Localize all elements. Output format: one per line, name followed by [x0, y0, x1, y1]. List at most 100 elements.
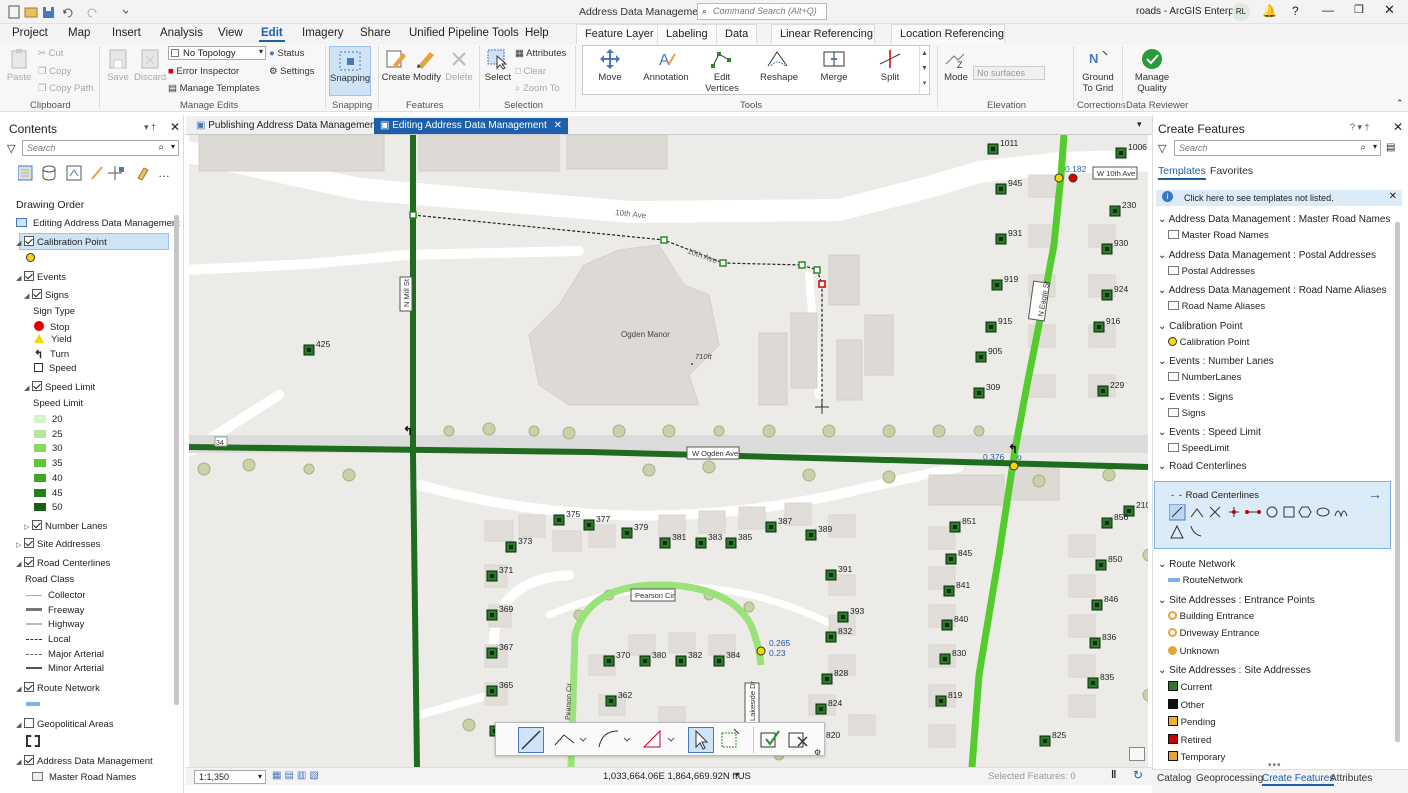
template-group-header[interactable]: ⌄ Address Data Management : Postal Addre… — [1158, 250, 1376, 261]
tab-data[interactable]: Data — [716, 24, 758, 44]
collapse-icon[interactable]: ◢ — [16, 274, 24, 282]
toolbar-gear-icon[interactable]: ⚙ — [814, 748, 821, 757]
template-group-header[interactable]: ⌄ Address Data Management : Road Name Al… — [1158, 285, 1387, 296]
template-item[interactable]: Retired — [1168, 733, 1211, 746]
menu-help[interactable]: Help — [525, 27, 549, 39]
template-item[interactable]: RouteNetwork — [1168, 575, 1243, 586]
visibility-checkbox[interactable] — [24, 557, 34, 567]
split-tool-button[interactable]: Split — [872, 48, 908, 83]
address-point[interactable]: 230 — [1109, 200, 1136, 217]
menu-unified-pipeline[interactable]: Unified Pipeline Tools — [409, 27, 519, 39]
collapse-icon[interactable]: ⌄ — [1158, 559, 1166, 570]
manage-templates-button[interactable]: ▤ Manage Templates — [168, 83, 260, 94]
finish-sketch-button[interactable] — [758, 727, 784, 753]
address-point[interactable]: 851 — [949, 516, 976, 533]
delete-button[interactable]: Delete — [444, 48, 474, 83]
template-group-header[interactable]: ⌄ Address Data Management : Master Road … — [1158, 214, 1390, 225]
address-point[interactable]: 919 — [991, 274, 1018, 291]
collapse-icon[interactable]: ⌄ — [1158, 356, 1166, 367]
map-view[interactable]: 10th Ave 10th Ave Ogden Manor 710ft 34 W… — [189, 135, 1148, 767]
calibration-point[interactable] — [756, 646, 766, 656]
template-road-centerlines-selected[interactable]: - - Road Centerlines → — [1154, 481, 1391, 549]
layer-number-lanes[interactable]: ▷ Number Lanes — [24, 520, 107, 532]
reshape-tool-button[interactable]: Reshape — [760, 48, 798, 83]
layer-geopolitical-areas[interactable]: ◢ Geopolitical Areas — [16, 718, 114, 730]
address-point[interactable]: 385 — [725, 532, 752, 549]
create-button[interactable]: Create — [381, 48, 411, 83]
scale-dropdown[interactable]: 1:1,350 ▾ — [194, 770, 266, 784]
copy-path-button[interactable]: ❐ Copy Path — [38, 83, 94, 94]
layer-address-data-management[interactable]: ◢ Address Data Management — [16, 755, 153, 767]
pane-options-icon[interactable]: ? ▾ † — [1350, 122, 1370, 133]
visibility-checkbox[interactable] — [32, 520, 42, 530]
template-group-header[interactable]: ⌄ Calibration Point — [1158, 321, 1243, 332]
address-point[interactable]: 383 — [695, 532, 722, 549]
collapse-icon[interactable]: ⌄ — [1158, 595, 1166, 606]
expand-icon[interactable]: ▷ — [24, 523, 32, 531]
address-point[interactable]: 309 — [973, 382, 1000, 399]
collapse-icon[interactable]: ◢ — [16, 721, 24, 729]
copy-button[interactable]: ❐ Copy — [38, 66, 71, 77]
collapse-icon[interactable]: ⌄ — [1158, 461, 1166, 472]
edit-select-tool-button[interactable] — [688, 727, 714, 753]
tab-linear-referencing[interactable]: Linear Referencing — [771, 24, 875, 44]
select-button[interactable]: Select — [484, 48, 512, 83]
paste-button[interactable]: Paste — [6, 48, 32, 83]
template-item[interactable]: Postal Addresses — [1168, 265, 1255, 277]
address-point[interactable]: 845 — [945, 548, 972, 565]
topology-dropdown[interactable]: No Topology ▾ — [168, 46, 266, 60]
tab-list-icon[interactable]: ▾ — [1137, 119, 1142, 130]
table-master-road-names[interactable]: Master Road Names — [32, 772, 136, 783]
arrow-right-icon[interactable]: → — [1368, 486, 1382, 502]
close-create-features-icon[interactable]: ✕ — [1393, 120, 1403, 134]
template-group-header[interactable]: ⌄ Route Network — [1158, 559, 1235, 570]
command-search[interactable]: ⌕ Command Search (Alt+Q) — [697, 3, 827, 20]
calibration-point[interactable] — [1054, 173, 1064, 183]
collapse-icon[interactable]: ◢ — [24, 292, 32, 300]
visibility-checkbox[interactable] — [32, 289, 42, 299]
menu-view[interactable]: View — [218, 27, 243, 39]
arc-tool-button[interactable] — [596, 727, 632, 753]
move-tool-button[interactable]: Move — [592, 48, 628, 83]
map-notes-icon[interactable] — [1129, 747, 1145, 761]
template-group-header[interactable]: ⌄ Events : Number Lanes — [1158, 356, 1274, 367]
menu-insert[interactable]: Insert — [112, 27, 141, 39]
menu-map[interactable]: Map — [68, 27, 90, 39]
template-item[interactable]: Calibration Point — [1168, 336, 1249, 348]
collapse-icon[interactable]: ◢ — [16, 685, 24, 693]
close-contents-icon[interactable]: ✕ — [170, 120, 180, 134]
menu-project[interactable]: Project — [12, 27, 48, 39]
address-point[interactable]: 828 — [821, 668, 848, 685]
snapping-button[interactable]: Snapping — [329, 46, 371, 96]
template-group-header[interactable]: ⌄ Events : Signs — [1158, 392, 1233, 403]
menu-share[interactable]: Share — [360, 27, 391, 39]
pause-drawing-icon[interactable]: ‖ — [1111, 769, 1116, 781]
visibility-checkbox[interactable] — [24, 236, 34, 246]
manage-quality-button[interactable]: Manage Quality — [1130, 48, 1174, 94]
visibility-checkbox[interactable] — [24, 755, 34, 765]
expand-icon[interactable]: ▷ — [16, 541, 24, 549]
pane-options-icon[interactable]: ▾ † — [144, 122, 156, 133]
contents-search-input[interactable]: Search ⌕ ▾ — [22, 140, 179, 156]
collapse-icon[interactable]: ◢ — [16, 758, 24, 766]
collapse-icon[interactable]: ⌄ — [1158, 250, 1166, 261]
layer-road-centerlines[interactable]: ◢ Road Centerlines — [16, 557, 110, 569]
address-point[interactable]: 856 — [1101, 512, 1128, 529]
collapse-icon[interactable]: ⌄ — [1158, 665, 1166, 676]
templates-notice[interactable]: i Click here to see templates not listed… — [1156, 190, 1402, 206]
address-point[interactable]: 1011 — [987, 138, 1019, 155]
annotation-tool-button[interactable]: A Annotation — [643, 48, 689, 83]
address-point[interactable]: 389 — [805, 524, 832, 541]
visibility-checkbox[interactable] — [24, 682, 34, 692]
edit-vertices-tool-button[interactable]: Edit Vertices — [704, 48, 740, 94]
address-point[interactable]: 931 — [995, 228, 1022, 245]
template-item[interactable]: Unknown — [1168, 645, 1219, 657]
attributes-button[interactable]: ▦ Attributes — [515, 48, 566, 59]
chevron-down-icon[interactable]: ▾ — [735, 770, 739, 779]
error-inspector-button[interactable]: ■ Error Inspector — [168, 66, 239, 77]
cut-button[interactable]: ✂ Cut — [38, 48, 63, 59]
surfaces-dropdown[interactable]: No surfaces — [973, 66, 1045, 80]
collapse-icon[interactable]: ⌄ — [1158, 392, 1166, 403]
tab-labeling[interactable]: Labeling — [657, 24, 717, 44]
collapse-ribbon-icon[interactable]: ⌃ — [1396, 98, 1404, 109]
